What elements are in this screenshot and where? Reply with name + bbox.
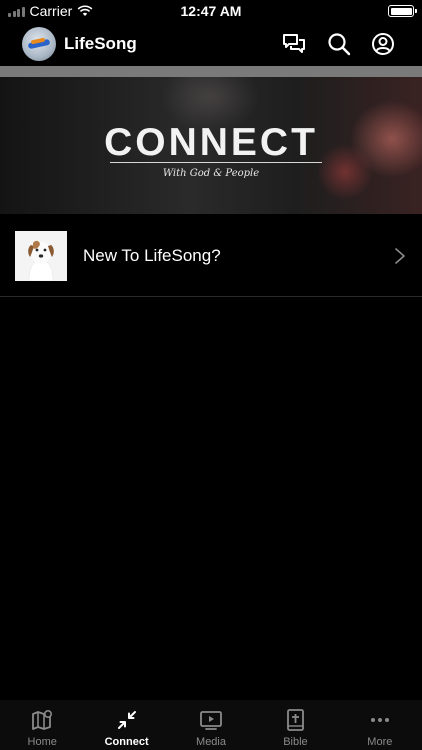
chat-button[interactable] (281, 31, 307, 57)
tab-media[interactable]: Media (169, 700, 253, 750)
list-item[interactable]: New To LifeSong? (0, 214, 422, 297)
more-dots-icon (370, 718, 389, 722)
banner-rule (110, 162, 322, 163)
play-screen-icon (200, 711, 222, 730)
app-logo[interactable] (22, 27, 56, 61)
tab-label: Home (27, 736, 57, 748)
map-icon (32, 709, 53, 730)
bible-icon (287, 709, 305, 731)
header-divider (0, 66, 422, 77)
tab-connect[interactable]: Connect (84, 700, 168, 750)
tab-bar: Home Connect Media Bible More (0, 700, 422, 750)
tab-label: More (367, 736, 393, 748)
tab-label: Connect (104, 736, 149, 748)
account-icon (372, 33, 394, 55)
chat-icon (283, 34, 305, 53)
status-time: 12:47 AM (180, 3, 242, 19)
tab-bible[interactable]: Bible (253, 700, 337, 750)
list-item-thumbnail (15, 231, 67, 281)
search-button[interactable] (326, 31, 352, 57)
connect-banner: CONNECT With God & People (0, 77, 422, 214)
search-icon (328, 33, 351, 56)
connect-arrows-icon (117, 711, 136, 729)
banner-title: CONNECT (104, 121, 318, 164)
app-header: LifeSong (0, 22, 422, 66)
app-title: LifeSong (64, 34, 137, 53)
tab-home[interactable]: Home (0, 700, 84, 750)
tab-label: Media (196, 736, 226, 748)
chevron-right-icon (395, 248, 405, 264)
status-bar: Carrier 12:47 AM (0, 0, 422, 22)
battery-icon (388, 5, 417, 17)
profile-button[interactable] (370, 31, 396, 57)
dog-image (15, 231, 67, 281)
list-item-label: New To LifeSong? (83, 246, 221, 265)
tab-label: Bible (283, 736, 308, 748)
tab-more[interactable]: More (338, 700, 422, 750)
banner-subtitle: With God & People (162, 168, 260, 179)
